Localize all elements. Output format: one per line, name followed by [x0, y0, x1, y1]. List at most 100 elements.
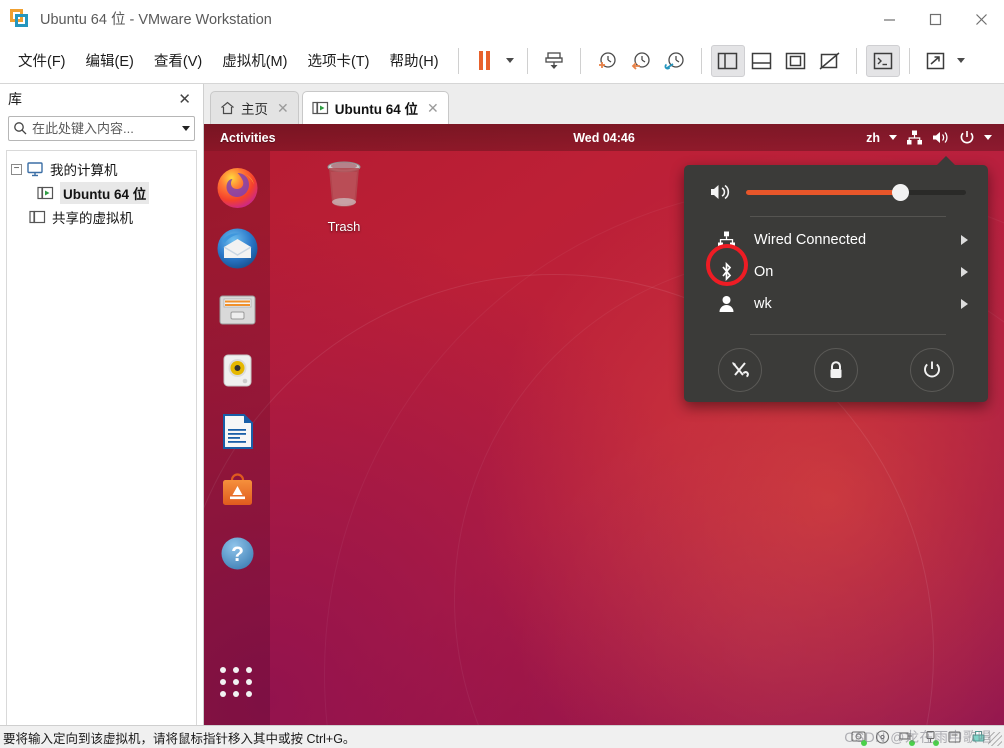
unity-mode-button[interactable]	[813, 45, 847, 77]
snapshot-manager-button[interactable]	[537, 45, 571, 77]
user-icon	[716, 295, 736, 313]
show-thumbnail-bar-button[interactable]	[745, 45, 779, 77]
dock-firefox[interactable]	[214, 164, 261, 211]
lock-button[interactable]	[814, 348, 858, 392]
shared-vm-icon	[29, 210, 46, 223]
tree-item-label: Ubuntu 64 位	[60, 182, 150, 204]
stretch-guest-button[interactable]	[919, 45, 953, 77]
close-icon[interactable]: ✕	[174, 90, 195, 109]
volume-slider-track[interactable]	[746, 183, 966, 201]
tab-ubuntu-64[interactable]: Ubuntu 64 位 ✕	[301, 91, 449, 124]
tree-collapse-toggle[interactable]: −	[11, 163, 22, 175]
toolbar-separator	[526, 47, 528, 74]
take-snapshot-button[interactable]	[590, 45, 624, 77]
gnome-top-bar: Activities Wed 04:46 zh	[204, 124, 1004, 151]
pause-dropdown[interactable]	[502, 45, 518, 77]
dock-software[interactable]	[214, 469, 261, 516]
toolbar-separator	[908, 47, 910, 74]
rhythmbox-icon	[223, 354, 251, 387]
tree-item-my-computer[interactable]: − 我的计算机	[7, 157, 196, 181]
firefox-icon	[217, 168, 257, 208]
power-off-button[interactable]	[910, 348, 954, 392]
expand-arrows-icon	[926, 52, 945, 69]
dock-help[interactable]: ?	[214, 530, 261, 577]
status-message: 要将输入定向到该虚拟机，请将鼠标指针移入其中或按 Ctrl+G。	[3, 731, 356, 746]
menu-edit[interactable]: 编辑(E)	[77, 46, 143, 75]
dock-thunderbird[interactable]	[214, 225, 261, 272]
resize-grip[interactable]	[988, 732, 1002, 746]
vm-guest-screen[interactable]: Activities Wed 04:46 zh ? Trash Wired Co…	[204, 124, 1004, 725]
status-cd-dvd-icon[interactable]	[875, 729, 890, 745]
sysmenu-bluetooth[interactable]: On	[684, 255, 988, 288]
library-search[interactable]	[8, 116, 195, 141]
dock-files[interactable]	[214, 286, 261, 333]
sidebar-panel-icon	[717, 52, 738, 69]
window-title: Ubuntu 64 位 - VMware Workstation	[40, 12, 272, 28]
status-hard-disk-icon[interactable]	[851, 730, 867, 746]
settings-button[interactable]	[718, 348, 762, 392]
manage-snapshots-button[interactable]	[658, 45, 692, 77]
activity-dot	[861, 739, 867, 746]
tree-item-label: 我的计算机	[50, 163, 118, 178]
menu-view[interactable]: 查看(V)	[145, 46, 211, 75]
console-view-button[interactable]	[865, 44, 900, 77]
volume-slider[interactable]	[684, 177, 988, 207]
desktop-icon-trash[interactable]: Trash	[308, 158, 380, 234]
library-header: 库 ✕	[0, 84, 203, 114]
stretch-dropdown[interactable]	[953, 45, 969, 77]
dock-libreoffice-writer[interactable]	[214, 408, 261, 455]
close-icon[interactable]	[958, 0, 1004, 38]
status-printer-icon[interactable]	[971, 730, 986, 745]
pause-button[interactable]	[468, 45, 502, 77]
fullscreen-icon	[785, 52, 806, 69]
toolbar-separator	[700, 47, 702, 74]
chevron-right-icon	[961, 299, 968, 309]
menu-help[interactable]: 帮助(H)	[380, 46, 447, 75]
close-icon[interactable]: ✕	[277, 100, 289, 117]
clock[interactable]: Wed 04:46	[204, 131, 1004, 145]
sysmenu-user[interactable]: wk	[684, 288, 988, 320]
status-usb-icon[interactable]	[923, 730, 939, 746]
menu-file[interactable]: 文件(F)	[9, 46, 75, 75]
volume-icon	[711, 184, 730, 200]
volume-slider-knob[interactable]	[892, 183, 909, 201]
chevron-right-icon	[961, 234, 968, 245]
chevron-down-icon	[956, 58, 965, 63]
maximize-icon[interactable]	[912, 0, 958, 38]
window-titlebar: Ubuntu 64 位 - VMware Workstation	[0, 0, 1004, 38]
unity-mode-icon	[819, 51, 840, 70]
menu-vm[interactable]: 虚拟机(M)	[213, 46, 296, 75]
menu-divider	[750, 216, 946, 217]
show-applications-button[interactable]	[220, 667, 254, 703]
chevron-down-icon	[505, 58, 514, 63]
computer-icon	[27, 161, 43, 176]
close-icon[interactable]: ✕	[427, 100, 439, 117]
menu-tabs[interactable]: 选项卡(T)	[298, 46, 378, 75]
svg-text:?: ?	[231, 543, 244, 566]
libreoffice-writer-icon	[222, 414, 253, 449]
trash-icon	[327, 161, 361, 207]
fullscreen-button[interactable]	[779, 45, 813, 77]
library-panel: 库 ✕ − 我的计算机	[0, 84, 204, 730]
search-input[interactable]	[32, 121, 178, 136]
tree-item-label: 共享的虚拟机	[52, 211, 133, 226]
apps-grid-icon	[220, 667, 254, 673]
dock-rhythmbox[interactable]	[214, 347, 261, 394]
tree-item-ubuntu-64[interactable]: Ubuntu 64 位	[7, 181, 196, 205]
minimize-icon[interactable]	[866, 0, 912, 38]
home-icon	[221, 101, 234, 115]
revert-snapshot-button[interactable]	[624, 45, 658, 77]
snapshot-wrench-clock-icon	[664, 51, 684, 69]
tab-home[interactable]: 主页 ✕	[210, 91, 299, 124]
chevron-down-icon[interactable]	[182, 126, 190, 131]
window-controls	[866, 0, 1004, 38]
tab-strip: 主页 ✕ Ubuntu 64 位 ✕	[204, 84, 1004, 124]
tree-item-shared-vms[interactable]: 共享的虚拟机	[7, 205, 196, 229]
sysmenu-wired[interactable]: Wired Connected	[684, 224, 988, 255]
wired-network-icon	[716, 231, 736, 248]
status-sound-icon[interactable]	[947, 730, 962, 745]
tab-label: 主页	[241, 102, 268, 117]
tools-settings-icon	[732, 362, 749, 378]
status-network-icon[interactable]	[899, 730, 915, 746]
show-library-button[interactable]	[710, 44, 745, 77]
